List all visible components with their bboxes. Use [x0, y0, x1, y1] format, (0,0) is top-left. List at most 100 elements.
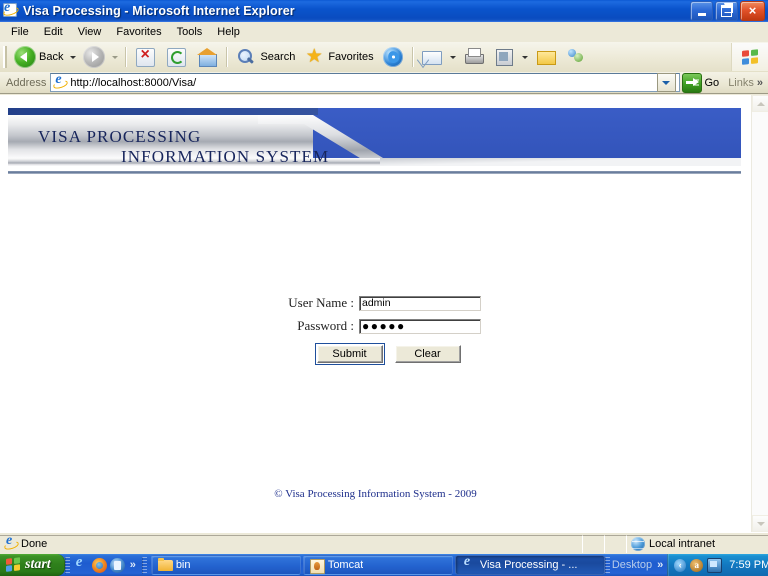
address-bar: Address http://localhost:8000/Visa/ Go L… — [0, 72, 768, 94]
close-button[interactable]: × — [740, 1, 765, 21]
status-message-pane: Done — [0, 533, 582, 553]
security-zone-label: Local intranet — [649, 538, 716, 550]
vertical-scrollbar[interactable] — [751, 95, 768, 532]
windows-taskbar: start » bin Tomcat Visa Processing - ... — [0, 554, 768, 576]
chevron-up-icon — [756, 101, 765, 106]
web-page: VISA PROCESSING INFORMATION SYSTEM User … — [0, 95, 751, 532]
print-button[interactable] — [459, 45, 489, 69]
address-dropdown-button[interactable] — [656, 73, 676, 92]
mail-icon — [421, 46, 443, 68]
address-input[interactable]: http://localhost:8000/Visa/ — [50, 72, 680, 92]
firefox-icon[interactable] — [91, 557, 107, 573]
submit-button[interactable]: Submit — [314, 343, 385, 365]
menu-item-edit[interactable]: Edit — [37, 24, 70, 40]
taskbar-clock[interactable]: 7:59 PM — [726, 559, 768, 571]
task-label: Visa Processing - ... — [479, 559, 578, 571]
start-button[interactable]: start — [0, 554, 65, 576]
search-icon — [235, 46, 257, 68]
media-icon — [382, 47, 403, 67]
task-label: Tomcat — [327, 559, 364, 571]
search-button[interactable]: Search — [231, 45, 299, 69]
banner-divider — [8, 171, 741, 174]
username-row: User Name : admin — [270, 295, 481, 311]
back-label: Back — [39, 51, 64, 63]
page-footer: © Visa Processing Information System - 2… — [274, 488, 477, 500]
links-label[interactable]: Links — [725, 77, 757, 89]
minimize-button[interactable] — [690, 1, 713, 21]
security-zone-pane[interactable]: Local intranet — [626, 534, 768, 553]
clear-button[interactable]: Clear — [394, 345, 461, 363]
forward-icon — [83, 46, 106, 68]
stop-icon — [136, 46, 156, 67]
favorites-star-icon: ★ — [305, 46, 323, 67]
ie-icon — [4, 533, 18, 551]
links-overflow-chevron-icon[interactable]: » — [757, 77, 768, 88]
status-pane-spacer — [582, 534, 604, 553]
home-button[interactable] — [192, 45, 222, 69]
desktop-toolbar[interactable]: Desktop » — [610, 554, 667, 576]
edit-button[interactable] — [489, 45, 519, 69]
messenger-button[interactable] — [561, 45, 591, 69]
mail-chevron-down-icon[interactable] — [449, 55, 456, 59]
menu-bar: File Edit View Favorites Tools Help — [0, 22, 768, 43]
start-label: start — [25, 557, 51, 572]
quick-launch-overflow-chevron-icon[interactable]: » — [128, 559, 138, 571]
task-button-bin[interactable]: bin — [150, 555, 301, 575]
windows-flag-icon — [6, 557, 21, 573]
task-button-tomcat[interactable]: Tomcat — [302, 555, 453, 575]
scroll-up-button[interactable] — [752, 95, 768, 112]
window-controls: × — [690, 1, 768, 21]
svg-text:INFORMATION SYSTEM: INFORMATION SYSTEM — [121, 147, 329, 166]
system-tray: ‹ a 7:59 PM — [667, 554, 768, 576]
tomcat-icon — [309, 558, 325, 574]
acrobat-icon[interactable]: a — [690, 558, 704, 572]
forward-history-chevron-down-icon[interactable] — [112, 55, 119, 59]
status-message: Done — [21, 538, 48, 550]
go-arrow-icon — [681, 72, 702, 93]
site-banner: VISA PROCESSING INFORMATION SYSTEM — [8, 108, 741, 170]
edit-chevron-down-icon[interactable] — [521, 55, 528, 59]
form-buttons: Submit Clear — [314, 343, 461, 365]
ie-icon[interactable] — [74, 554, 89, 573]
favorites-button[interactable]: ★ Favorites — [299, 45, 377, 69]
display-icon[interactable] — [707, 557, 723, 573]
favorites-label: Favorites — [328, 51, 374, 63]
app-icon[interactable] — [109, 557, 125, 573]
menu-item-view[interactable]: View — [71, 24, 109, 40]
toolbar-separator — [226, 47, 228, 67]
password-row: Password : ●●●●● — [270, 318, 481, 334]
scroll-down-button[interactable] — [752, 515, 768, 532]
password-label: Password : — [297, 318, 354, 333]
windows-flag-logo — [731, 43, 768, 71]
toolbar-grip[interactable] — [3, 46, 8, 68]
media-button[interactable] — [378, 45, 408, 69]
refresh-button[interactable] — [161, 45, 192, 69]
notes-icon — [535, 46, 557, 68]
notes-button[interactable] — [531, 45, 561, 69]
toolbar-separator — [125, 47, 127, 67]
edit-icon — [493, 46, 515, 68]
back-button[interactable]: Back — [10, 45, 67, 69]
network-icon[interactable]: ‹ — [674, 558, 687, 572]
stop-button[interactable] — [130, 45, 161, 69]
menu-item-file[interactable]: File — [4, 24, 36, 40]
menu-item-tools[interactable]: Tools — [170, 24, 210, 40]
back-history-chevron-down-icon[interactable] — [70, 55, 77, 59]
menu-item-help[interactable]: Help — [210, 24, 247, 40]
restore-button[interactable] — [715, 1, 738, 21]
window-title: Visa Processing - Microsoft Internet Exp… — [23, 4, 295, 18]
password-input[interactable]: ●●●●● — [359, 318, 481, 334]
window-title-bar: Visa Processing - Microsoft Internet Exp… — [0, 0, 768, 22]
go-button[interactable]: Go — [680, 72, 726, 93]
desktop-label: Desktop — [611, 559, 653, 571]
username-input[interactable]: admin — [359, 295, 481, 311]
ie-icon — [462, 554, 476, 572]
forward-button[interactable] — [79, 45, 109, 69]
menu-item-favorites[interactable]: Favorites — [109, 24, 168, 40]
globe-icon — [631, 537, 645, 551]
task-label: bin — [175, 559, 191, 571]
task-button-visa-processing[interactable]: Visa Processing - ... — [454, 554, 605, 575]
mail-button[interactable] — [417, 45, 447, 69]
browser-toolbar: Back Search ★ Favorites — [0, 42, 768, 73]
desktop-overflow-chevron-icon[interactable]: » — [655, 559, 665, 571]
